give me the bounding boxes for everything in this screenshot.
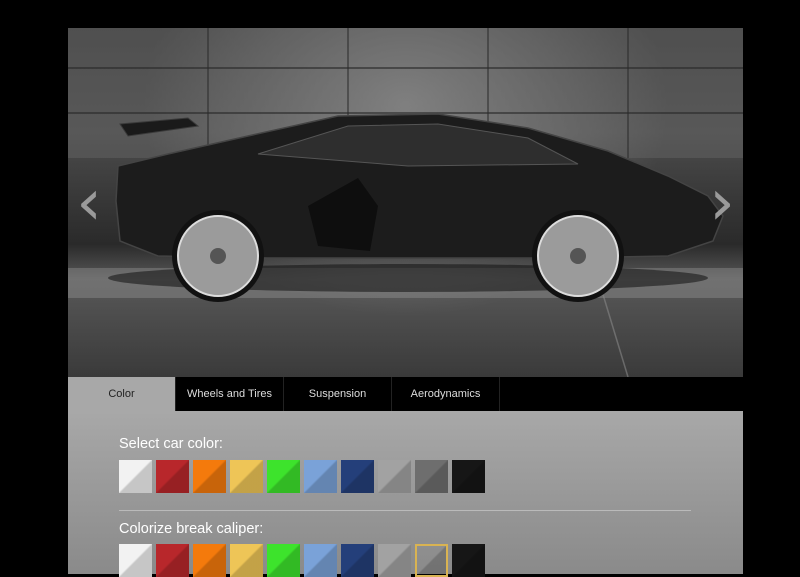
car-color-swatch-green[interactable] [267,460,300,493]
car-color-swatch-gray[interactable] [415,460,448,493]
caliper-swatch-green[interactable] [267,544,300,577]
tab-color[interactable]: Color [68,377,176,411]
car-color-swatch-dark-blue[interactable] [341,460,374,493]
car-image [108,113,724,302]
caliper-color-swatches [119,544,485,577]
tab-aerodynamics[interactable]: Aerodynamics [392,377,500,411]
next-view-button[interactable]: › [709,168,735,238]
caliper-swatch-gray[interactable] [415,544,448,577]
caliper-swatch-dark-blue[interactable] [341,544,374,577]
car-color-swatch-yellow[interactable] [230,460,263,493]
car-color-swatch-white[interactable] [119,460,152,493]
previous-view-button[interactable]: ‹ [76,168,102,238]
car-color-swatch-light-blue[interactable] [304,460,337,493]
caliper-swatch-yellow[interactable] [230,544,263,577]
configurator-tabs: Color Wheels and Tires Suspension Aerody… [68,377,743,411]
caliper-swatch-black[interactable] [452,544,485,577]
caliper-swatch-white[interactable] [119,544,152,577]
caliper-swatch-light-blue[interactable] [304,544,337,577]
section-divider [119,510,691,511]
color-panel: Select car color: Colorize break caliper… [68,411,743,577]
car-color-swatch-orange[interactable] [193,460,226,493]
caliper-swatch-red[interactable] [156,544,189,577]
car-color-swatch-black[interactable] [452,460,485,493]
car-color-swatch-red[interactable] [156,460,189,493]
caliper-swatch-silver[interactable] [378,544,411,577]
tab-suspension[interactable]: Suspension [284,377,392,411]
tab-wheels-and-tires[interactable]: Wheels and Tires [176,377,284,411]
car-color-swatches [119,460,485,493]
caliper-color-title: Colorize break caliper: [119,521,264,537]
car-color-title: Select car color: [119,436,223,452]
car-color-swatch-silver[interactable] [378,460,411,493]
caliper-swatch-orange[interactable] [193,544,226,577]
car-viewer: ‹ › [68,28,743,377]
